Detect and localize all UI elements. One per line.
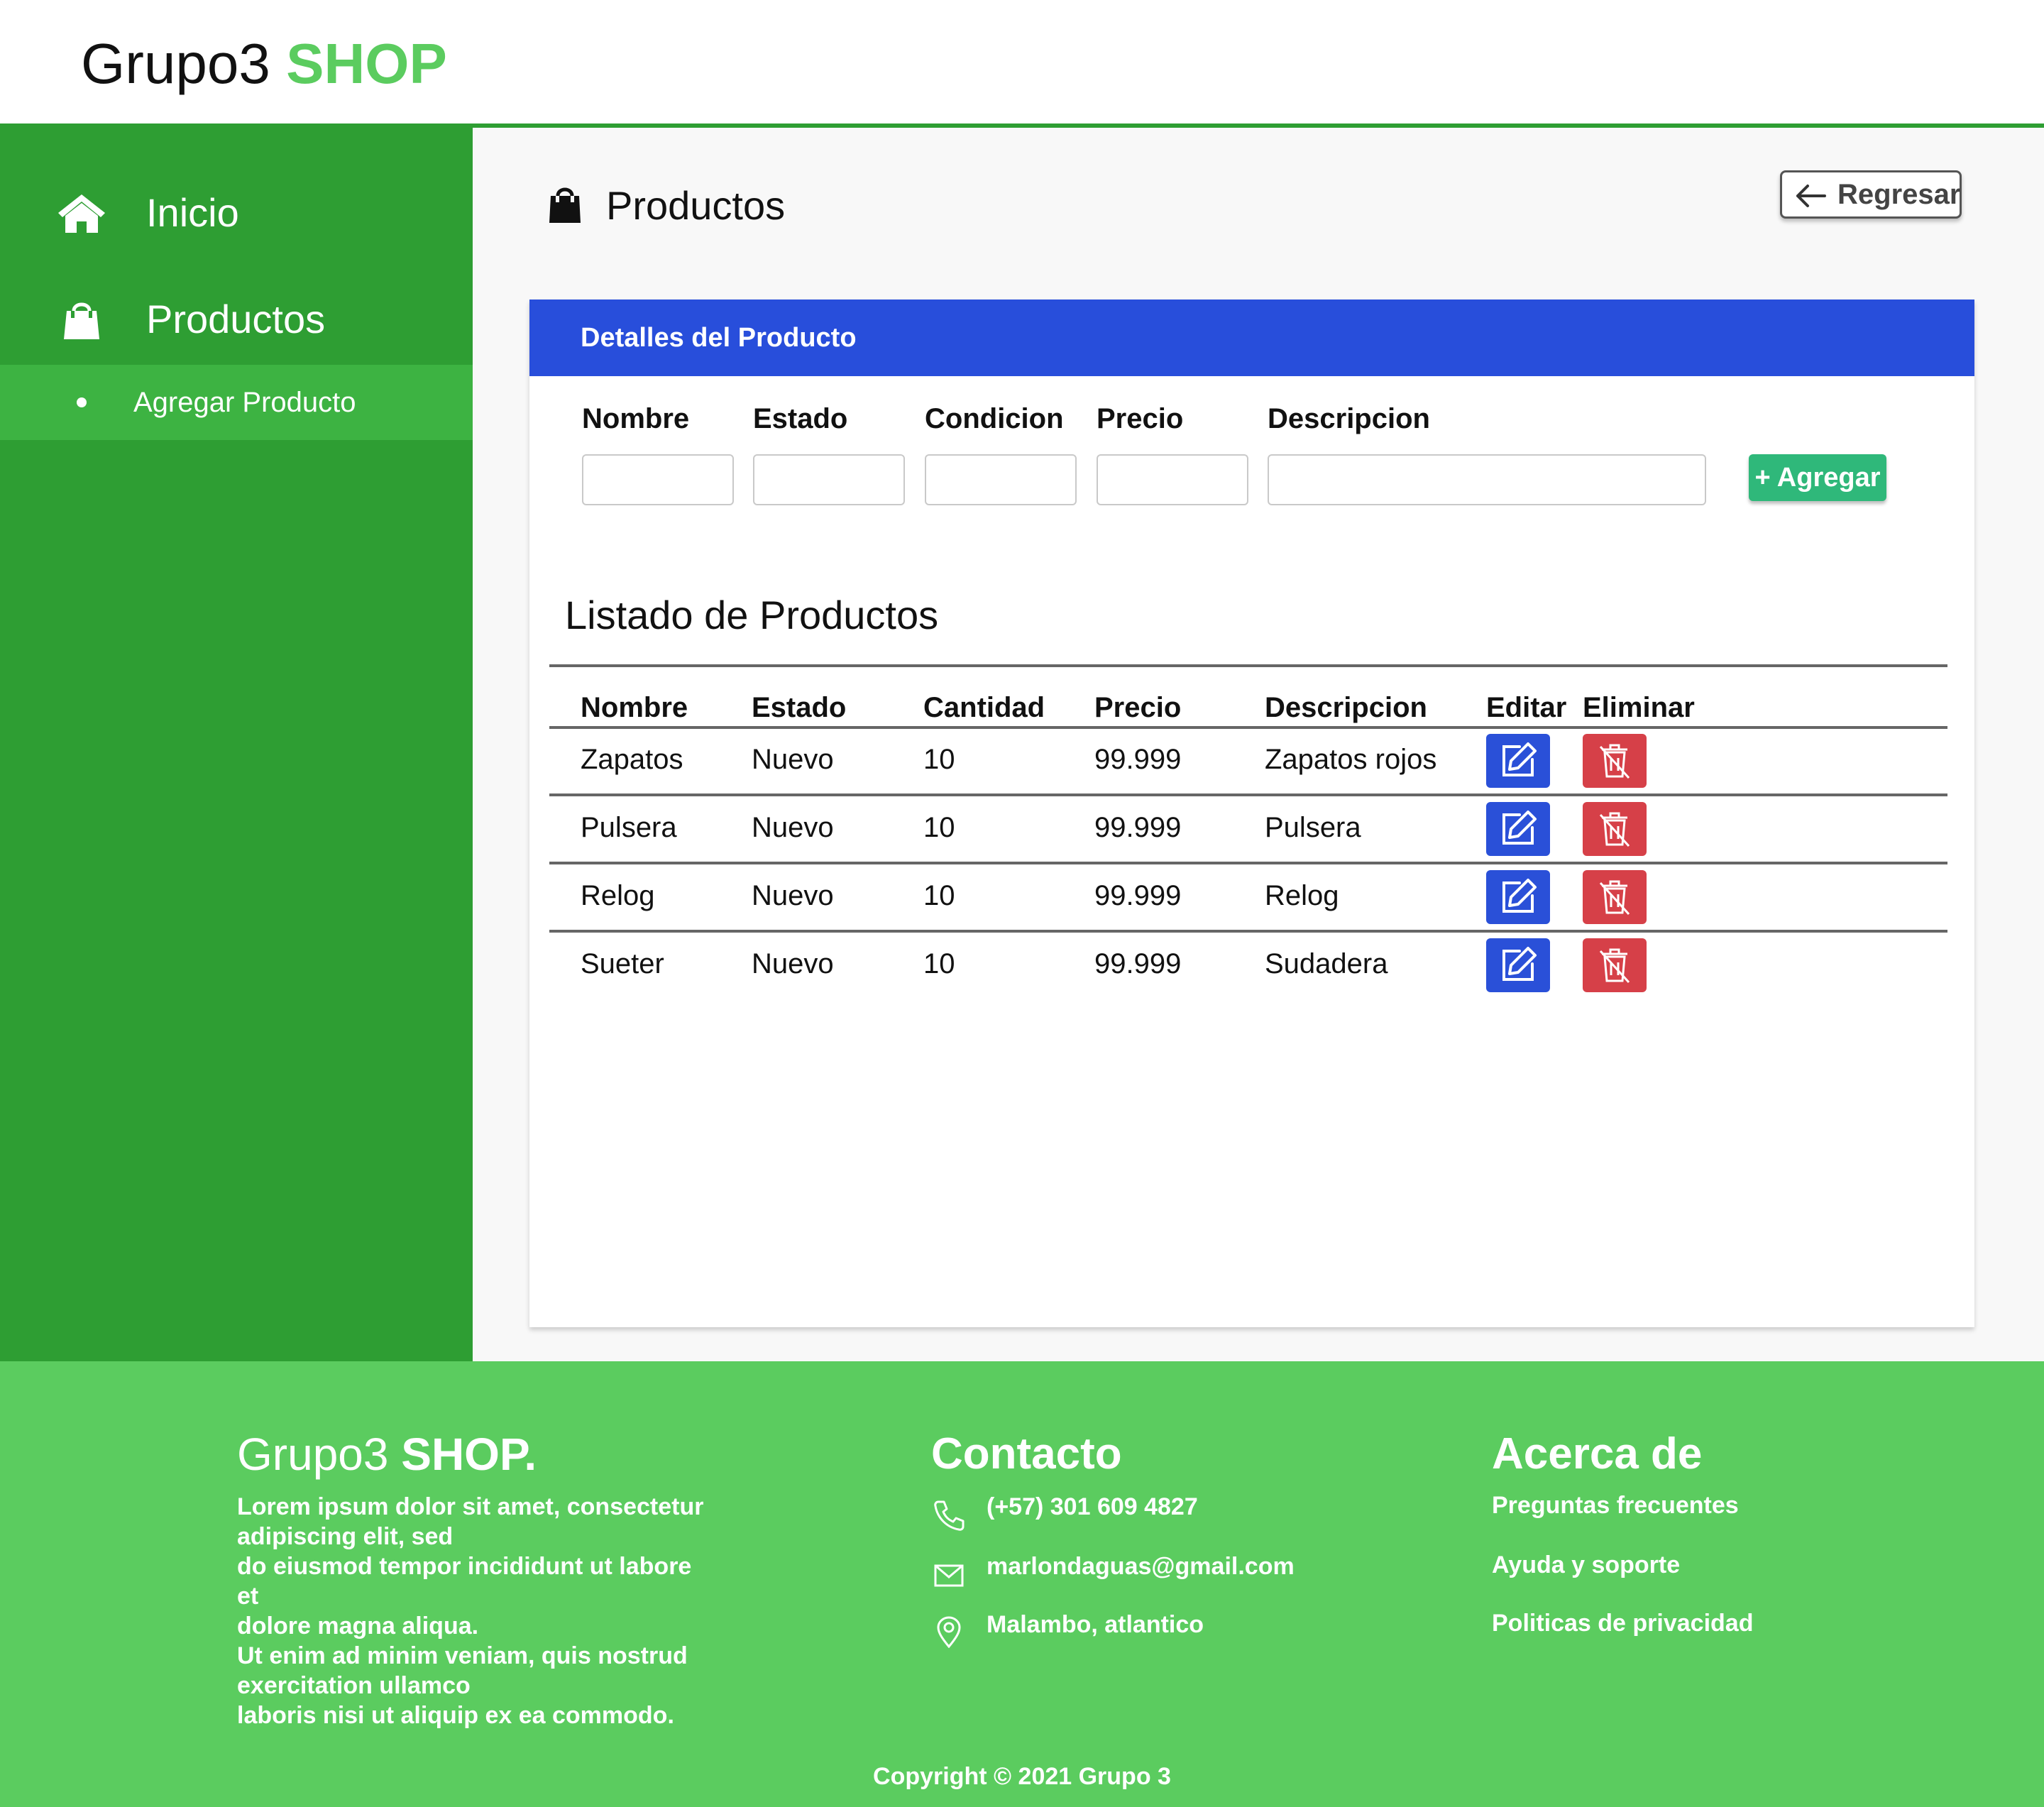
- contact-email[interactable]: marlondaguas@gmail.com: [987, 1549, 1295, 1584]
- footer-brand: Grupo3 SHOP.: [237, 1422, 537, 1486]
- table-divider: [549, 793, 1947, 796]
- contact-heading: Contacto: [931, 1429, 1122, 1478]
- footer-about-line: Ut enim ad minim veniam, quis nostrud: [237, 1642, 688, 1669]
- edit-button[interactable]: [1486, 870, 1550, 924]
- footer-brand-name: Grupo3: [237, 1429, 389, 1480]
- brand-name: Grupo3: [81, 32, 270, 95]
- footer-about-line: do eiusmod tempor incididunt ut labore e…: [237, 1553, 692, 1610]
- sidebar-item-label: Productos: [146, 297, 326, 341]
- edit-icon: [1502, 811, 1537, 845]
- edit-icon: [1502, 742, 1537, 776]
- footer-about-text: Lorem ipsum dolor sit amet, consectetur …: [237, 1492, 720, 1730]
- label-precio: Precio: [1097, 403, 1184, 434]
- back-button[interactable]: Regresar: [1780, 170, 1962, 219]
- footer-about-line: laboris nisi ut aliquip ex ea commodo.: [237, 1702, 674, 1729]
- sidebar-item-inicio[interactable]: Inicio: [0, 170, 473, 256]
- cell-estado: Nuevo: [752, 744, 834, 775]
- trash-icon: [1599, 812, 1630, 847]
- footer-about-line: Lorem ipsum dolor sit amet, consectetur: [237, 1493, 704, 1520]
- edit-button[interactable]: [1486, 802, 1550, 856]
- copyright: Copyright © 2021 Grupo 3: [873, 1763, 1171, 1790]
- location-pin-icon: [937, 1616, 961, 1648]
- cell-estado: Nuevo: [752, 948, 834, 979]
- phone-icon: [934, 1500, 965, 1531]
- about-heading: Acerca de: [1492, 1429, 1703, 1478]
- product-card: Detalles del Producto Nombre Estado Cond…: [529, 300, 1974, 1327]
- cell-descripcion: Sudadera: [1265, 948, 1388, 979]
- table-divider: [549, 862, 1947, 864]
- page-title: Productos: [606, 183, 786, 228]
- shopping-bag-icon: [64, 302, 99, 339]
- contact-phone[interactable]: (+57) 301 609 4827: [987, 1489, 1198, 1525]
- footer-about-line: dolore magna aliqua.: [237, 1613, 479, 1640]
- cell-cantidad: 10: [923, 812, 955, 843]
- footer-about-line: adipiscing elit, sed: [237, 1523, 454, 1550]
- home-icon: [58, 194, 105, 233]
- mail-icon: [934, 1564, 964, 1587]
- delete-button[interactable]: [1583, 802, 1647, 856]
- condicion-input[interactable]: [925, 454, 1077, 505]
- delete-button[interactable]: [1583, 734, 1647, 788]
- sidebar-item-productos[interactable]: Productos: [0, 277, 473, 362]
- cell-nombre: Pulsera: [581, 812, 677, 843]
- edit-button[interactable]: [1486, 734, 1550, 788]
- footer-link-support[interactable]: Ayuda y soporte: [1492, 1547, 1680, 1583]
- label-estado: Estado: [753, 403, 848, 434]
- label-descripcion: Descripcion: [1268, 403, 1430, 434]
- precio-input[interactable]: [1097, 454, 1248, 505]
- contact-location: Malambo, atlantico: [987, 1611, 1204, 1638]
- edit-icon: [1502, 947, 1537, 981]
- brand-accent: SHOP: [286, 32, 447, 95]
- bullet-icon: [77, 397, 87, 407]
- footer-brand-accent: SHOP.: [401, 1429, 537, 1480]
- delete-button[interactable]: [1583, 938, 1647, 992]
- descripcion-input[interactable]: [1268, 454, 1706, 505]
- footer-about-line: exercitation ullamco: [237, 1672, 471, 1699]
- back-button-label: Regresar: [1837, 179, 1961, 210]
- cell-estado: Nuevo: [752, 880, 834, 911]
- cell-nombre: Zapatos: [581, 744, 683, 775]
- footer-link-faq[interactable]: Preguntas frecuentes: [1492, 1488, 1739, 1523]
- label-nombre: Nombre: [582, 403, 690, 434]
- footer: Grupo3 SHOP. Lorem ipsum dolor sit amet,…: [0, 1361, 2044, 1807]
- list-title: Listado de Productos: [565, 593, 939, 637]
- cell-descripcion: Zapatos rojos: [1265, 744, 1437, 775]
- estado-input[interactable]: [753, 454, 905, 505]
- cell-nombre: Sueter: [581, 948, 664, 979]
- arrow-left-icon: [1796, 185, 1826, 207]
- card-header: Detalles del Producto: [529, 300, 1974, 376]
- cell-estado: Nuevo: [752, 812, 834, 843]
- edit-button[interactable]: [1486, 938, 1550, 992]
- edit-icon: [1502, 879, 1537, 913]
- cell-precio: 99.999: [1094, 744, 1182, 775]
- cell-descripcion: Pulsera: [1265, 812, 1361, 843]
- table-divider: [549, 930, 1947, 933]
- cell-cantidad: 10: [923, 744, 955, 775]
- sidebar-item-label: Inicio: [146, 190, 239, 235]
- footer-link-privacy[interactable]: Politicas de privacidad: [1492, 1605, 1753, 1641]
- trash-icon: [1599, 948, 1630, 984]
- cell-descripcion: Relog: [1265, 880, 1339, 911]
- sidebar: Inicio Productos Agregar Producto: [0, 128, 473, 1361]
- add-product-button[interactable]: + Agregar: [1749, 454, 1886, 501]
- top-header: Grupo3 SHOP: [0, 0, 2044, 128]
- cell-precio: 99.999: [1094, 812, 1182, 843]
- trash-icon: [1599, 880, 1630, 916]
- label-condicion: Condicion: [925, 403, 1064, 434]
- cell-cantidad: 10: [923, 948, 955, 979]
- table-divider: [549, 664, 1947, 667]
- nombre-input[interactable]: [582, 454, 734, 505]
- cell-nombre: Relog: [581, 880, 655, 911]
- delete-button[interactable]: [1583, 870, 1647, 924]
- cell-precio: 99.999: [1094, 880, 1182, 911]
- table-divider: [549, 726, 1947, 729]
- cell-cantidad: 10: [923, 880, 955, 911]
- trash-icon: [1599, 744, 1630, 779]
- main-content: Productos Regresar Detalles del Producto…: [473, 128, 2044, 1361]
- brand-logo[interactable]: Grupo3 SHOP: [81, 28, 447, 99]
- sidebar-subitem-agregar-producto[interactable]: Agregar Producto: [0, 365, 473, 440]
- shopping-bag-icon: [549, 187, 581, 223]
- cell-precio: 99.999: [1094, 948, 1182, 979]
- sidebar-subitem-label: Agregar Producto: [133, 387, 356, 418]
